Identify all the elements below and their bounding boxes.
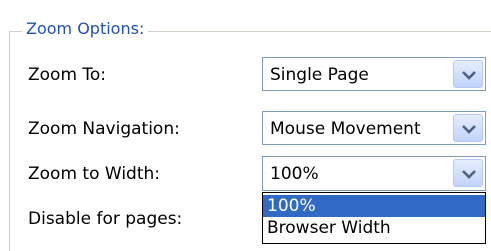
- zoom-to-dropdown-button[interactable]: [453, 60, 483, 88]
- chevron-down-icon: [462, 71, 476, 80]
- zoom-to-width-dropdown-button[interactable]: [453, 159, 483, 187]
- group-border-left: [9, 31, 10, 251]
- zoom-to-width-label: Zoom to Width:: [28, 164, 160, 184]
- chevron-down-icon: [462, 125, 476, 134]
- zoom-to-select[interactable]: Single Page: [262, 57, 486, 91]
- zoom-navigation-dropdown-button[interactable]: [453, 114, 483, 142]
- disable-for-pages-label: Disable for pages:: [28, 209, 183, 229]
- group-title: Zoom Options:: [22, 19, 149, 38]
- dropdown-option-100-percent[interactable]: 100%: [263, 195, 485, 217]
- zoom-navigation-select[interactable]: Mouse Movement: [262, 111, 486, 145]
- zoom-to-label: Zoom To:: [28, 65, 107, 85]
- zoom-to-width-value: 100%: [270, 164, 319, 184]
- zoom-to-width-dropdown-list: 100% Browser Width: [262, 192, 486, 244]
- zoom-to-value: Single Page: [270, 65, 369, 85]
- zoom-to-width-select[interactable]: 100%: [262, 156, 486, 191]
- chevron-down-icon: [462, 170, 476, 179]
- zoom-navigation-label: Zoom Navigation:: [28, 119, 180, 139]
- zoom-navigation-value: Mouse Movement: [270, 119, 421, 139]
- dropdown-option-browser-width[interactable]: Browser Width: [263, 217, 485, 239]
